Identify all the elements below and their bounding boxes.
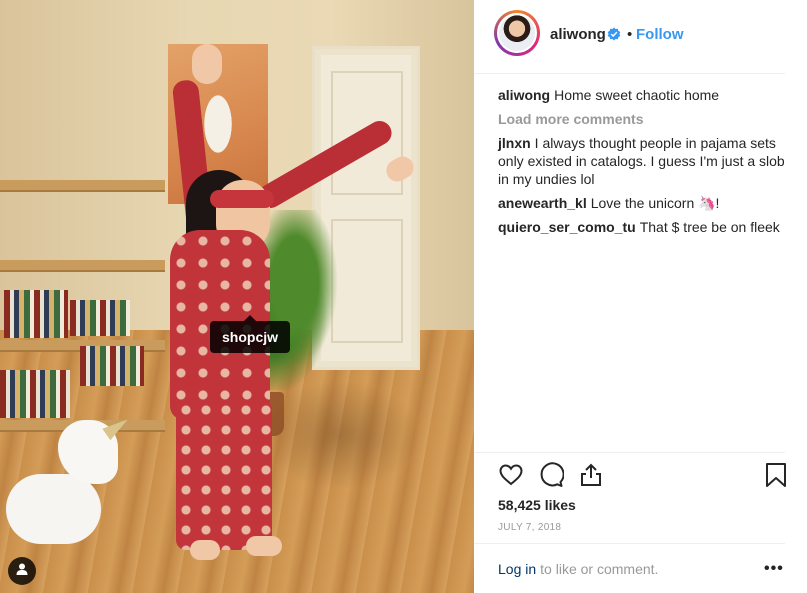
more-options-button[interactable]: ••• <box>764 560 784 578</box>
caption-text: Home sweet chaotic home <box>554 87 720 103</box>
photo-bookshelf <box>0 150 165 440</box>
comments-list: aliwong Home sweet chaotic home Load more… <box>498 86 788 242</box>
likes-count[interactable]: 58,425 likes <box>498 497 576 513</box>
comment-icon[interactable] <box>538 462 565 493</box>
avatar-image <box>497 13 537 53</box>
comment-text: I always thought people in pajama sets o… <box>498 135 785 187</box>
comment-item: quiero_ser_como_tu That $ tree be on flee… <box>498 218 788 236</box>
share-icon[interactable] <box>578 462 604 493</box>
header-separator: • <box>627 26 633 43</box>
author-username[interactable]: aliwong <box>550 26 606 43</box>
caption: aliwong Home sweet chaotic home <box>498 86 788 104</box>
load-more-comments-button[interactable]: Load more comments <box>498 110 788 128</box>
post-header: aliwong • Follow <box>474 0 807 73</box>
post-sidebar: aliwong • Follow aliwong Home sweet chaot… <box>474 0 807 593</box>
action-bar <box>498 462 788 492</box>
login-link[interactable]: Log in <box>498 561 536 577</box>
post-date[interactable]: JULY 7, 2018 <box>498 522 561 533</box>
product-tag[interactable]: shopcjw <box>210 315 291 353</box>
actions-divider <box>474 452 785 453</box>
comment-item: jlnxn I always thought people in pajama s… <box>498 134 788 188</box>
comment-text: That $ tree be on fleek <box>639 219 780 235</box>
tagged-users-button[interactable] <box>8 557 36 585</box>
follow-button[interactable]: Follow <box>636 26 684 43</box>
footer-divider <box>474 543 785 544</box>
person-icon <box>15 562 29 581</box>
caption-username[interactable]: aliwong <box>498 87 550 103</box>
photo-person <box>150 40 420 570</box>
comment-username[interactable]: quiero_ser_como_tu <box>498 219 636 235</box>
bookmark-icon[interactable] <box>764 462 788 493</box>
post-photo[interactable]: shopcjw <box>0 0 474 593</box>
photo-unicorn-toy <box>6 413 132 564</box>
comment-item: anewearth_kl Love the unicorn 🦄! <box>498 194 788 212</box>
comment-username[interactable]: anewearth_kl <box>498 195 587 211</box>
verified-badge-icon <box>607 27 621 46</box>
login-prompt: Log in to like or comment. <box>498 561 658 577</box>
login-suffix: to like or comment. <box>540 561 659 577</box>
comment-text: Love the unicorn 🦄! <box>590 195 720 211</box>
header-divider <box>474 73 785 74</box>
avatar[interactable] <box>494 10 540 56</box>
heart-icon[interactable] <box>498 462 524 493</box>
comment-username[interactable]: jlnxn <box>498 135 531 151</box>
